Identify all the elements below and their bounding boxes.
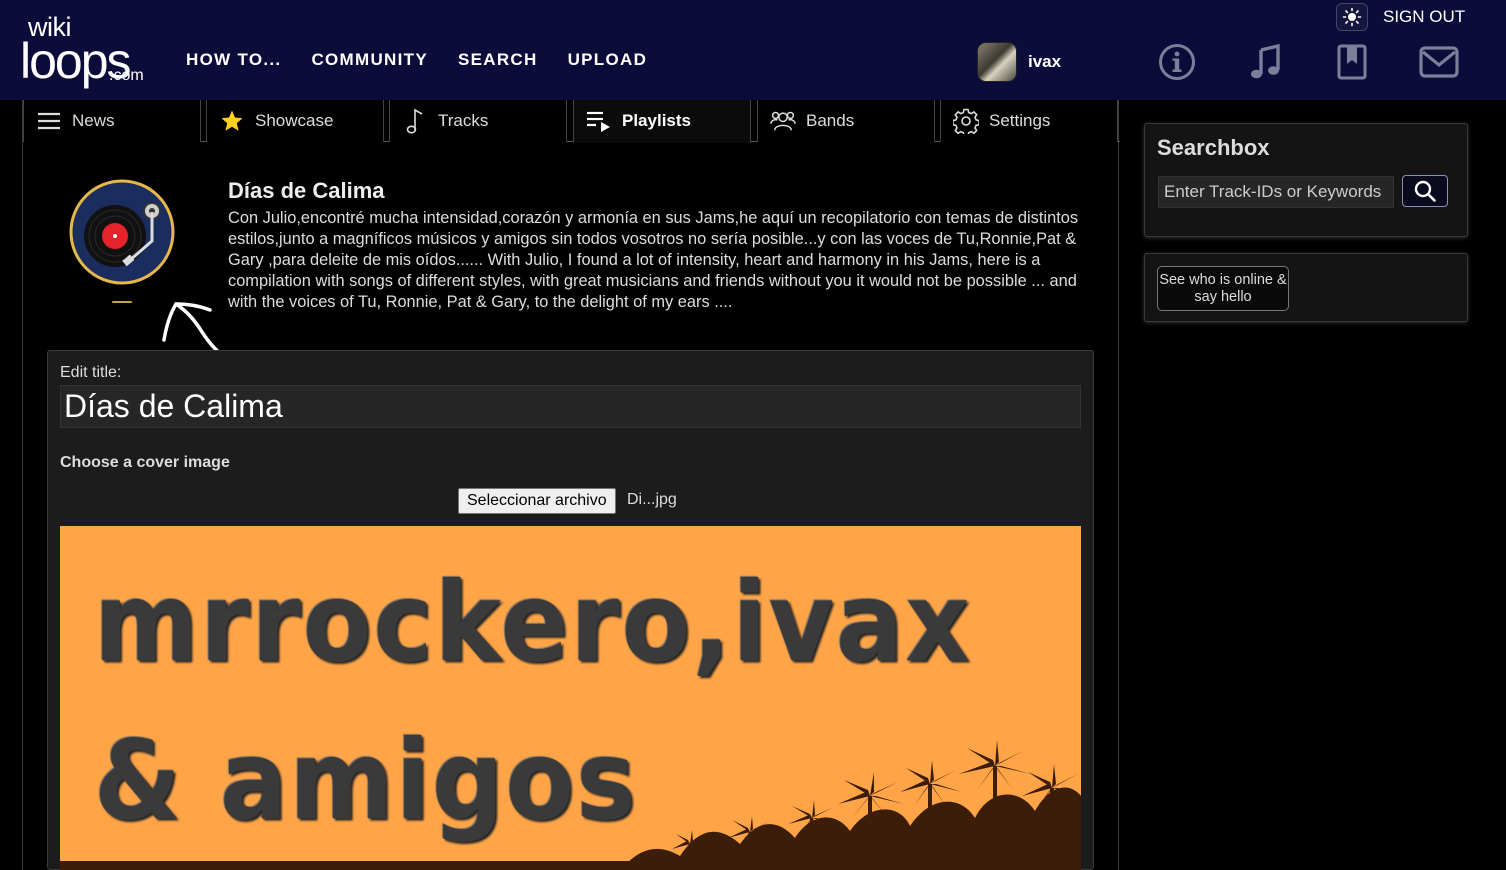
user-menu[interactable]: ivax — [977, 42, 1061, 82]
searchbox-panel: Searchbox — [1144, 123, 1468, 237]
search-button[interactable] — [1402, 175, 1448, 207]
tab-label: News — [72, 111, 115, 130]
tab-bar: News Showcase Tracks Playlists Bands Set… — [23, 100, 1120, 143]
logo-line-3: .com — [109, 67, 144, 84]
tab-label: Playlists — [622, 111, 691, 130]
nav-upload[interactable]: UPLOAD — [568, 50, 648, 70]
username[interactable]: ivax — [1028, 52, 1061, 72]
sign-out-link[interactable]: SIGN OUT — [1383, 8, 1465, 26]
tab-settings[interactable]: Settings — [940, 100, 1118, 142]
file-name: Di...jpg — [627, 491, 677, 508]
mail-icon[interactable] — [1419, 42, 1459, 82]
see-who-is-online-button[interactable]: See who is online & say hello — [1157, 266, 1289, 311]
cover-image-preview: mrrockero,ivax & amigos — [60, 526, 1081, 870]
search-input[interactable] — [1158, 176, 1394, 208]
playlist-icon — [586, 108, 612, 134]
vinyl-record-icon — [69, 179, 175, 285]
edit-playlist-panel: Edit title: Choose a cover image Selecci… — [47, 350, 1094, 870]
title-input[interactable] — [60, 385, 1081, 428]
theme-toggle-button[interactable] — [1336, 3, 1368, 31]
cover-text-line-1: mrrockero,ivax — [94, 558, 972, 687]
music-note-icon[interactable] — [1246, 42, 1286, 82]
tab-label: Tracks — [438, 111, 489, 130]
sun-icon — [1342, 7, 1362, 27]
tab-tracks[interactable]: Tracks — [389, 100, 567, 142]
choose-file-button[interactable]: Seleccionar archivo — [458, 488, 616, 514]
playlist-title: Días de Calima — [228, 178, 385, 203]
music-note-icon — [402, 108, 428, 134]
tab-label: Bands — [806, 111, 855, 130]
tab-label: Settings — [989, 111, 1051, 130]
menu-icon — [36, 108, 62, 134]
tab-playlists[interactable]: Playlists — [573, 100, 751, 143]
cover-image-label: Choose a cover image — [60, 454, 230, 471]
tab-showcase[interactable]: Showcase — [206, 100, 384, 142]
edit-title-label: Edit title: — [60, 364, 122, 381]
nav-how-to[interactable]: HOW TO... — [186, 50, 281, 70]
nav-search[interactable]: SEARCH — [458, 50, 538, 70]
wikiloops-logo[interactable]: wiki loops .com — [20, 14, 150, 89]
playlist-description: Con Julio,encontré mucha intensidad,cora… — [228, 209, 1079, 311]
star-icon — [219, 108, 245, 134]
cover-underline — [112, 301, 132, 303]
people-icon — [770, 108, 796, 134]
top-header: wiki loops .com HOW TO... COMMUNITY SEAR… — [0, 0, 1506, 100]
search-icon — [1414, 180, 1436, 202]
info-icon[interactable] — [1157, 42, 1197, 82]
cover-text-line-2: & amigos — [94, 716, 638, 845]
tab-bands[interactable]: Bands — [757, 100, 935, 142]
online-panel: See who is online & say hello — [1144, 253, 1468, 322]
avatar[interactable] — [977, 42, 1017, 82]
tab-label: Showcase — [255, 111, 334, 130]
searchbox-title: Searchbox — [1157, 135, 1270, 160]
tab-news[interactable]: News — [23, 100, 201, 142]
bookmark-icon[interactable] — [1332, 42, 1372, 82]
main-nav: HOW TO... COMMUNITY SEARCH UPLOAD — [186, 50, 677, 70]
gear-icon — [953, 108, 979, 134]
nav-community[interactable]: COMMUNITY — [311, 50, 428, 70]
